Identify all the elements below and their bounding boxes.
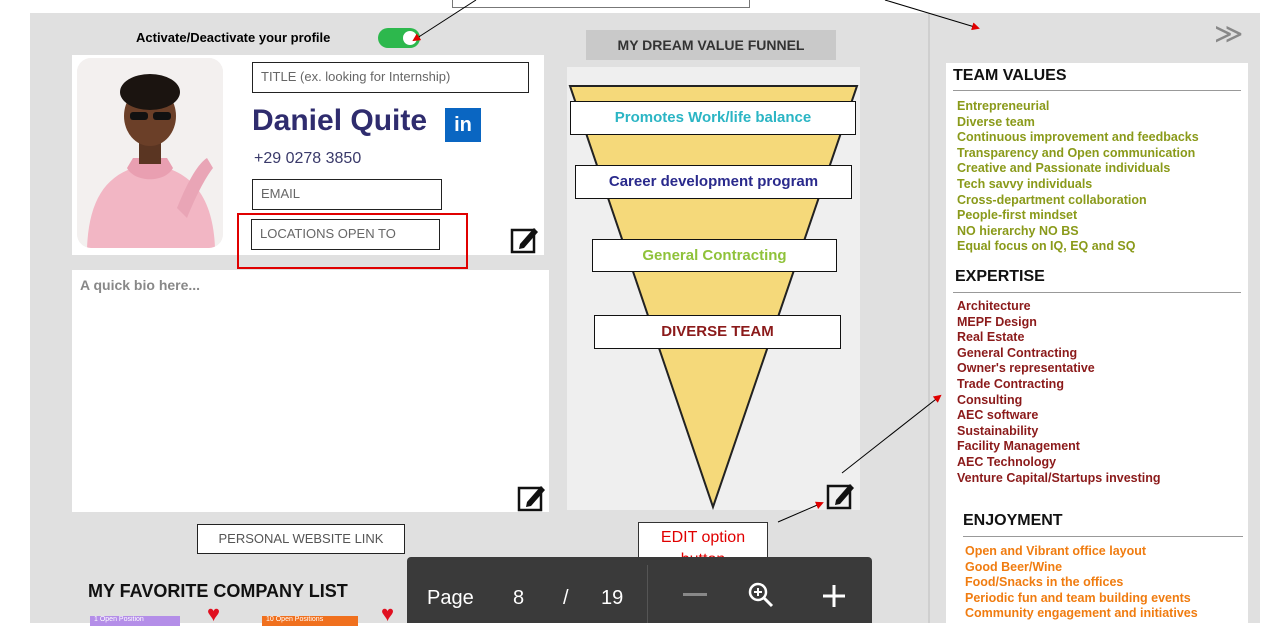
annotation-arrows [412, 0, 980, 523]
